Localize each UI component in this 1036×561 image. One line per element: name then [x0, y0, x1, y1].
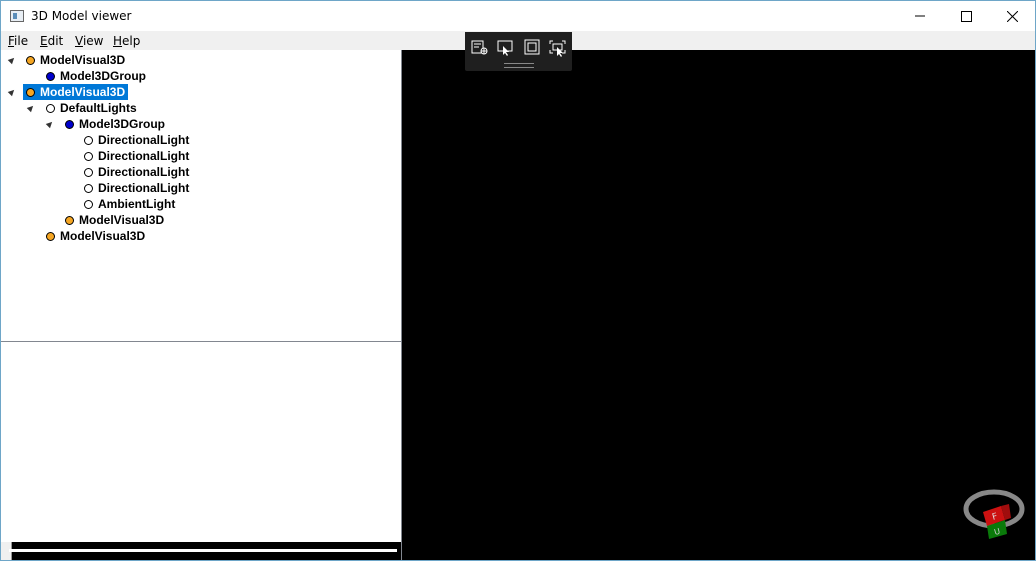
title-bar[interactable]: 3D Model viewer	[1, 1, 1035, 31]
toolbar-grip[interactable]	[504, 63, 534, 68]
tree-item[interactable]: ModelVisual3D	[46, 228, 145, 244]
light-dot-icon	[46, 103, 55, 113]
menu-help[interactable]: Help	[113, 34, 140, 48]
3d-viewport[interactable]	[402, 50, 1035, 560]
live-visual-tree-button[interactable]	[470, 39, 490, 57]
close-button[interactable]	[989, 1, 1035, 31]
track-focus-icon	[549, 40, 566, 57]
scrollbar-thumb[interactable]	[9, 549, 397, 552]
light-dot-icon	[84, 135, 93, 145]
view-cube-icon: F U	[963, 489, 1025, 539]
visual-dot-icon	[26, 87, 35, 97]
app-window: 3D Model viewer File Edit View Help Mode…	[0, 0, 1036, 561]
select-element-button[interactable]	[496, 39, 516, 57]
horizontal-scrollbar[interactable]	[1, 542, 401, 560]
light-dot-icon	[84, 167, 93, 177]
light-dot-icon	[84, 183, 93, 193]
expander-icon[interactable]	[7, 55, 17, 65]
debug-toolbar	[465, 32, 572, 71]
minimize-button[interactable]	[897, 1, 943, 31]
tree-item[interactable]: DirectionalLight	[84, 180, 189, 196]
track-focused-element-button[interactable]	[548, 39, 568, 57]
tree-item[interactable]: ModelVisual3D	[7, 52, 125, 68]
light-dot-icon	[84, 151, 93, 161]
tree-item-selected[interactable]: ModelVisual3D	[7, 84, 129, 100]
tree-item[interactable]: Model3DGroup	[45, 116, 165, 132]
expander-icon[interactable]	[7, 87, 17, 97]
app-icon	[10, 10, 24, 22]
property-panel[interactable]	[1, 342, 401, 542]
expander-icon[interactable]	[45, 119, 55, 129]
visual-dot-icon	[65, 215, 74, 225]
visual-dot-icon	[26, 55, 35, 65]
tree-item[interactable]: ModelVisual3D	[65, 212, 164, 228]
menu-file[interactable]: File	[8, 34, 28, 48]
group-dot-icon	[65, 119, 74, 129]
tree-item[interactable]: DirectionalLight	[84, 148, 189, 164]
maximize-icon	[960, 10, 972, 22]
group-dot-icon	[46, 71, 55, 81]
expander-icon[interactable]	[26, 103, 36, 113]
tree-item[interactable]: DefaultLights	[26, 100, 137, 116]
layout-adorner-icon	[524, 39, 540, 55]
tree-item[interactable]: AmbientLight	[84, 196, 175, 212]
view-cube[interactable]: F U	[963, 486, 1025, 542]
menu-view[interactable]: View	[75, 34, 103, 48]
close-icon	[1006, 10, 1018, 22]
window-title: 3D Model viewer	[31, 9, 132, 23]
tree-item[interactable]: DirectionalLight	[84, 164, 189, 180]
menu-edit[interactable]: Edit	[40, 34, 63, 48]
visual-tree-icon	[471, 40, 488, 55]
tree-item[interactable]: DirectionalLight	[84, 132, 189, 148]
visual-dot-icon	[46, 231, 55, 241]
tree-item[interactable]: Model3DGroup	[46, 68, 146, 84]
select-cursor-icon	[497, 40, 513, 56]
light-dot-icon	[84, 199, 93, 209]
left-panel: ModelVisual3D Model3DGroup ModelVisual3D…	[1, 50, 402, 560]
maximize-button[interactable]	[943, 1, 989, 31]
minimize-icon	[915, 15, 925, 17]
visual-tree[interactable]: ModelVisual3D Model3DGroup ModelVisual3D…	[1, 50, 401, 342]
display-layout-adorners-button[interactable]	[522, 39, 542, 57]
